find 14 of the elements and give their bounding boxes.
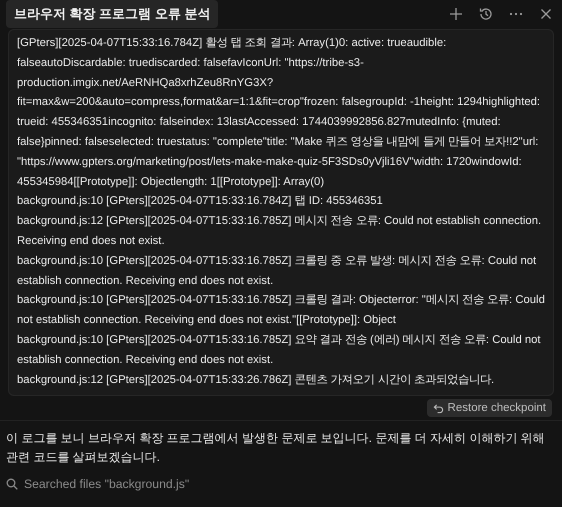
plus-icon[interactable] [448,6,464,22]
log-entry: background.js:12 [GPters][2025-04-07T15:33:16.785Z] 메시지 전송 오류: Could not establish connection. Receiving end does not exist. [17,214,542,249]
log-entry: background.js:12 [GPters][2025-04-07T15:33:26.786Z] 콘텐츠 가져오기 시간이 초과되었습니다. [17,372,496,388]
search-step-label: Searched files "background.js" [24,477,190,492]
log-entry: background.js:10 [GPters][2025-04-07T15:33:16.785Z] 요약 결과 전송 (에러) 메시지 전송 오류: Could not establish connection. Receiving end does not exist. [17,332,542,368]
history-icon[interactable] [478,6,494,22]
log-entry: background.js:10 [GPters][2025-04-07T15:33:16.785Z] 크롤링 중 오류 발생: 메시지 전송 오류: Could not establish connection. Receiving end does not exist. [17,254,538,289]
chat-tab[interactable]: 브라우저 확장 프로그램 오류 분석 [6,0,218,28]
log-entry: background.js:10 [GPters][2025-04-07T15:33:16.784Z] 탭 ID: 455346351 [17,194,384,210]
undo-icon [432,402,444,414]
search-icon [6,478,18,490]
restore-checkpoint-button[interactable]: Restore checkpoint [426,399,552,418]
log-entry: [GPters][2025-04-07T15:33:16.784Z] 활성 탭 조회 결과: Array(1)0: active: trueaudible: falseautoDiscardable: truediscarded: falsefavIconUrl: "https://tribe-s3-production.imgix.net/AeRNHQa8xrhZeu8RnYG3X?fit=max&w=200&auto=compress,format&ar=1:1&fit=crop"frozen: falsegroupId: -1height: 1294highlighted: trueid: 455346351incognito: falseindex: 13lastAccessed: 1744039992856.827mutedInfo: {muted: false}pinned: falseselected: truestatus: "complete"title: "Make 퀴즈 영상을 내맘에 들게 만들어 보자!!2"url: "https://www.gpters.org/marketing/post/lets-make-make-quiz-5F3SDs0yVjli16V"width: 1720windowId: 455345984[[Prototype]]: Objectlength: 1[[Prototype]]: Array(0) [17,36,542,190]
assistant-message: 이 로그를 보니 브라우저 확장 프로그램에서 발생한 문제로 보입니다. 문제를 더 자세히 이해하기 위해 관련 코드를 살펴보겠습니다. [5,430,546,466]
